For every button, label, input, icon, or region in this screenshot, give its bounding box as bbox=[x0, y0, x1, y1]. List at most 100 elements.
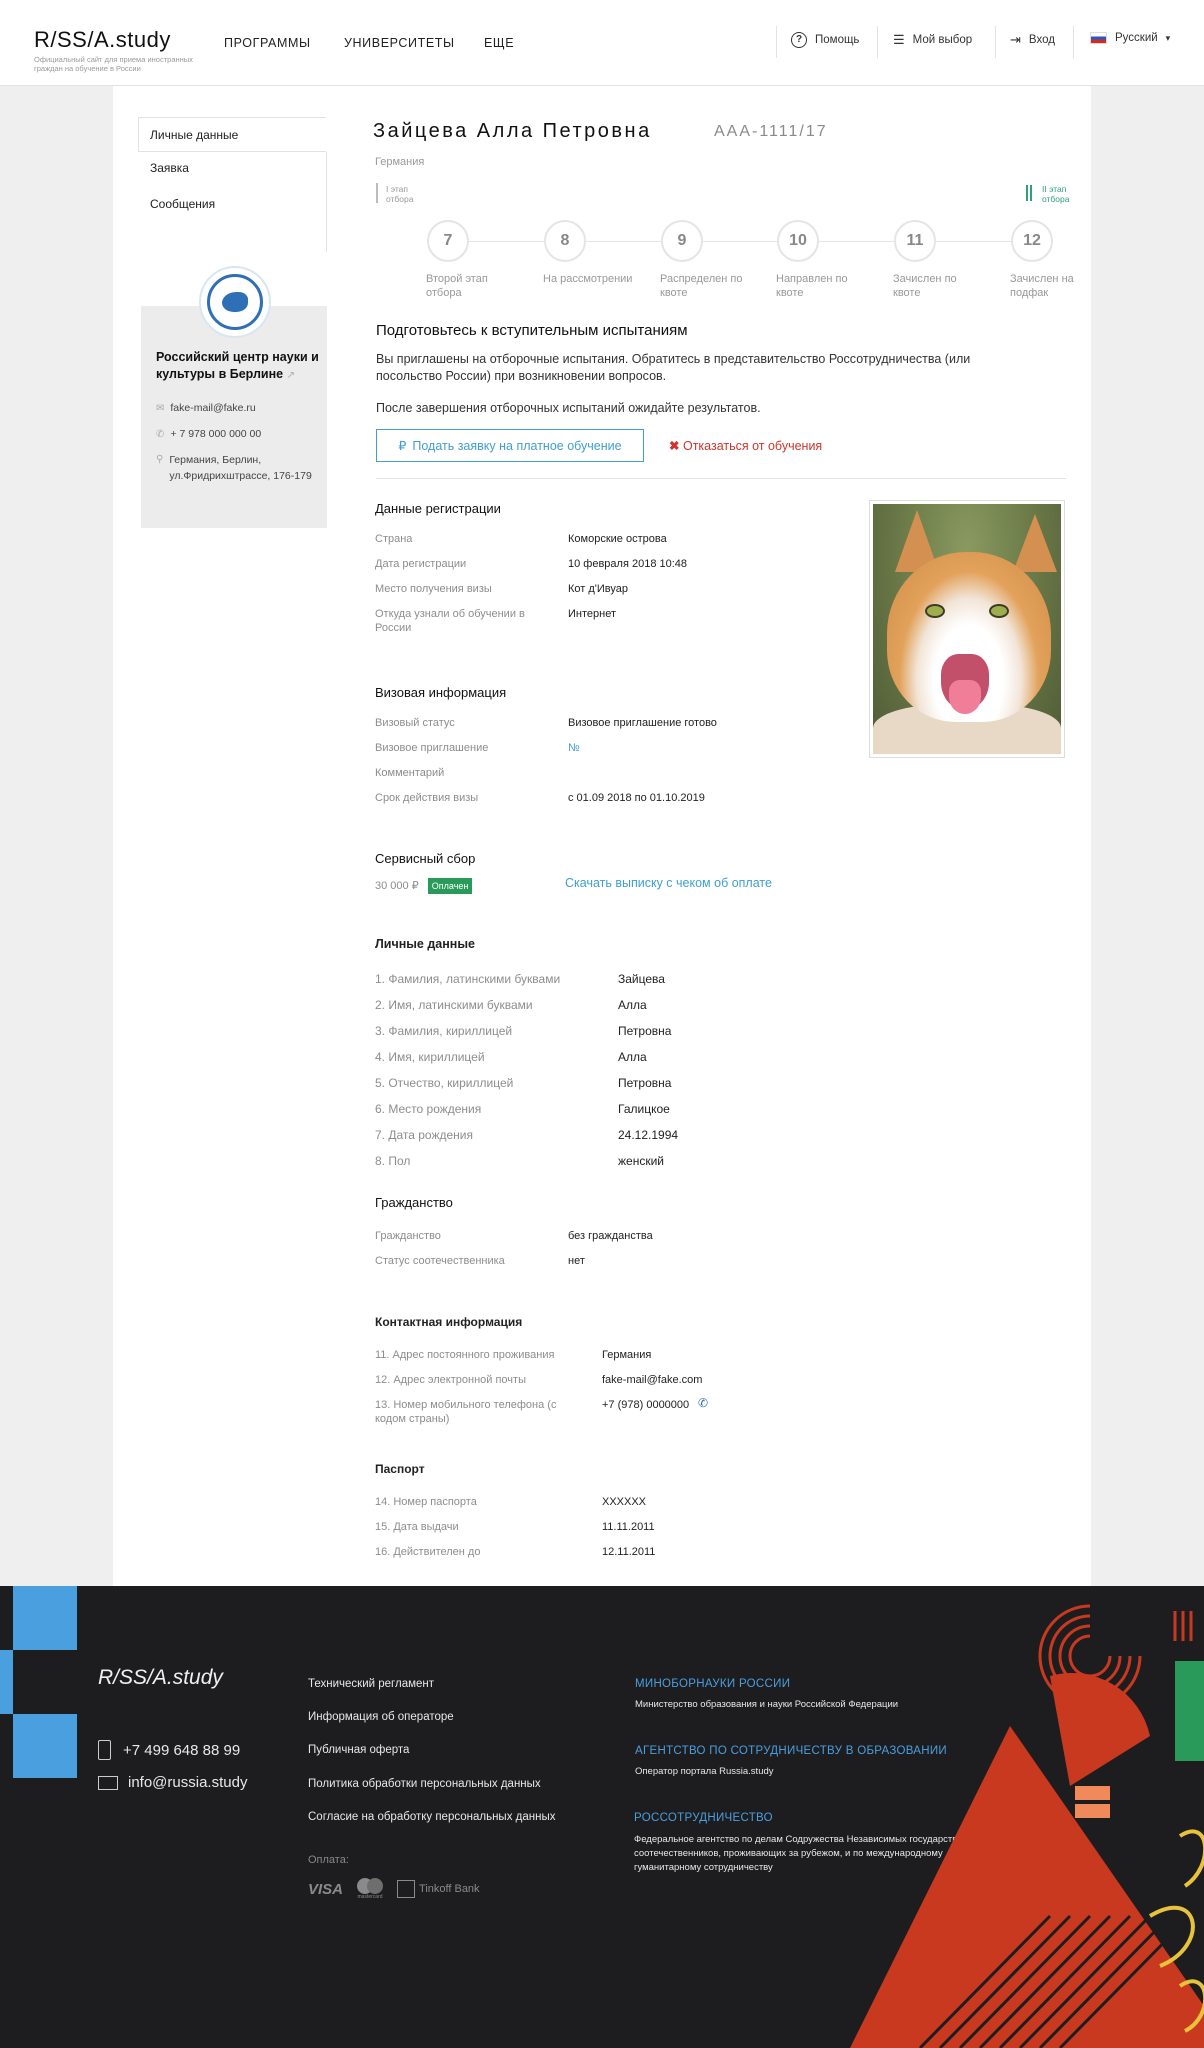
contacts-title: Контактная информация bbox=[375, 1315, 523, 1329]
russia-flag-icon bbox=[1090, 32, 1107, 44]
footer-phone[interactable]: +7 499 648 88 99 bbox=[98, 1740, 240, 1760]
personal-value: Зайцева bbox=[618, 972, 665, 986]
applicant-country: Германия bbox=[375, 156, 425, 168]
help-label: Помощь bbox=[815, 34, 860, 46]
stage-label-left: I этап отбора bbox=[386, 184, 414, 204]
sidebar-item-personal-data[interactable]: Личные данные bbox=[138, 128, 326, 142]
visa-value[interactable]: № bbox=[568, 741, 580, 755]
step-7-label: Второй этап отбора bbox=[426, 273, 488, 299]
registration-value: Коморские острова bbox=[568, 533, 667, 545]
phone-icon[interactable]: ✆ bbox=[698, 1396, 708, 1410]
org-phone[interactable]: ✆ + 7 978 000 000 00 bbox=[156, 426, 261, 443]
visa-value: Визовое приглашение готово bbox=[568, 717, 717, 729]
nav-more[interactable]: ЕЩЕ bbox=[484, 36, 514, 50]
org-rossotr-title[interactable]: РОССОТРУДНИЧЕСТВО bbox=[634, 1812, 773, 1824]
contacts-value: fake-mail@fake.com bbox=[602, 1374, 703, 1386]
registration-label: Дата регистрации bbox=[375, 558, 467, 570]
applicant-name: Зайцева Алла Петровна bbox=[373, 120, 652, 142]
visa-title: Визовая информация bbox=[375, 685, 507, 700]
logo-subtitle: Официальный сайт для приема иностранных … bbox=[34, 55, 193, 73]
header-divider bbox=[1073, 26, 1074, 58]
notice-text-2: После завершения отборочных испытаний ож… bbox=[376, 401, 761, 415]
footer-email-text: info@russia.study bbox=[128, 1774, 248, 1791]
registration-label: Откуда узнали об обучении в России bbox=[375, 608, 525, 634]
passport-title: Паспорт bbox=[375, 1462, 425, 1476]
sidebar-item-messages[interactable]: Сообщения bbox=[138, 197, 326, 211]
login-label: Вход bbox=[1028, 34, 1055, 46]
step-8-label: На рассмотрении bbox=[543, 273, 633, 285]
nav-programs[interactable]: ПРОГРАММЫ bbox=[224, 36, 311, 50]
step-8-circle: 8 bbox=[544, 220, 586, 262]
nav-universities[interactable]: УНИВЕРСИТЕТЫ bbox=[344, 36, 455, 50]
external-link-icon: ↗ bbox=[286, 370, 295, 381]
site-logo[interactable]: R/SS/A.study bbox=[34, 27, 171, 53]
footer-logo[interactable]: R/SS/A.study bbox=[98, 1666, 223, 1690]
footer-phone-text: +7 499 648 88 99 bbox=[123, 1741, 241, 1759]
apply-paid-button[interactable]: ₽ Подать заявку на платное обучение bbox=[376, 429, 644, 462]
passport-label: 14. Номер паспорта bbox=[375, 1496, 477, 1508]
login-icon: ⇥ bbox=[1010, 32, 1021, 47]
footer-link-consent[interactable]: Согласие на обработку персональных данны… bbox=[308, 1811, 555, 1823]
header-divider bbox=[877, 26, 878, 58]
payment-label: Оплата: bbox=[308, 1854, 349, 1866]
my-choice-link[interactable]: ☰ Мой выбор bbox=[893, 32, 972, 48]
personal-label: 2. Имя, латинскими буквами bbox=[375, 998, 533, 1012]
language-select[interactable]: Русский ▾ bbox=[1090, 32, 1170, 44]
contacts-value: Германия bbox=[602, 1349, 652, 1361]
footer-link-offer[interactable]: Публичная оферта bbox=[308, 1744, 409, 1756]
header-divider bbox=[776, 26, 777, 58]
mastercard-logo: mastercard bbox=[357, 1878, 384, 1900]
step-9-label: Распределен по квоте bbox=[660, 273, 743, 299]
footer-email[interactable]: info@russia.study bbox=[98, 1774, 247, 1791]
registration-label: Место получения визы bbox=[375, 583, 492, 595]
citizenship-label: Статус соотечественника bbox=[375, 1255, 505, 1267]
footer: R/SS/A.study +7 499 648 88 99 info@russi… bbox=[0, 1586, 1204, 2048]
dove-icon bbox=[222, 292, 248, 312]
org-name[interactable]: Российский центр науки и культуры в Берл… bbox=[156, 349, 321, 384]
footer-square-decor bbox=[13, 1714, 77, 1778]
login-link[interactable]: ⇥ Вход bbox=[1010, 32, 1055, 48]
visa-label: Срок действия визы bbox=[375, 792, 479, 804]
top-header: R/SS/A.study Официальный сайт для приема… bbox=[0, 0, 1204, 86]
question-icon: ? bbox=[791, 32, 807, 48]
apply-paid-label: Подать заявку на платное обучение bbox=[412, 438, 622, 453]
step-9-circle: 9 bbox=[661, 220, 703, 262]
contacts-label: 12. Адрес электронной почты bbox=[375, 1374, 526, 1386]
my-choice-label: Мой выбор bbox=[912, 34, 973, 46]
stage-marker bbox=[376, 183, 378, 203]
org-email[interactable]: ✉ fake-mail@fake.ru bbox=[156, 400, 256, 417]
org-agency-text: Оператор портала Russia.study bbox=[635, 1766, 774, 1777]
org-address-text: Германия, Берлин, ул.Фридрихштрассе, 176… bbox=[169, 454, 312, 482]
step-10-circle: 10 bbox=[777, 220, 819, 262]
personal-value: Петровна bbox=[618, 1024, 672, 1038]
refuse-label: Отказаться от обучения bbox=[682, 439, 823, 453]
sidebar-item-application[interactable]: Заявка bbox=[138, 161, 326, 175]
download-receipt-link[interactable]: Скачать выписку с чеком об оплате bbox=[565, 876, 772, 890]
tinkoff-logo: Tinkoff Bank bbox=[397, 1880, 480, 1898]
footer-art-decor bbox=[850, 1586, 1204, 2048]
footer-link-operator[interactable]: Информация об операторе bbox=[308, 1711, 454, 1723]
citizenship-title: Гражданство bbox=[375, 1195, 453, 1210]
rossotrudnichestvo-logo bbox=[199, 266, 271, 338]
refuse-button[interactable]: ✖ Отказаться от обучения bbox=[669, 438, 822, 453]
org-minobr-title[interactable]: МИНОБОРНАУКИ РОССИИ bbox=[635, 1678, 790, 1690]
applicant-photo bbox=[869, 500, 1065, 758]
chevron-down-icon: ▾ bbox=[1165, 32, 1171, 43]
footer-square-decor bbox=[0, 1650, 13, 1714]
footer-link-privacy[interactable]: Политика обработки персональных данных bbox=[308, 1778, 541, 1790]
help-link[interactable]: ? Помощь bbox=[791, 32, 859, 48]
step-7-circle: 7 bbox=[427, 220, 469, 262]
footer-link-regulation[interactable]: Технический регламент bbox=[308, 1678, 434, 1690]
visa-value: с 01.09 2018 по 01.10.2019 bbox=[568, 792, 705, 804]
fee-title: Сервисный сбор bbox=[375, 851, 476, 866]
language-label: Русский bbox=[1115, 32, 1158, 44]
personal-value: 24.12.1994 bbox=[618, 1128, 679, 1142]
personal-value: Алла bbox=[618, 998, 647, 1012]
personal-label: 3. Фамилия, кириллицей bbox=[375, 1024, 513, 1038]
visa-label: Комментарий bbox=[375, 767, 445, 779]
citizenship-label: Гражданство bbox=[375, 1230, 441, 1242]
citizenship-value: нет bbox=[568, 1255, 585, 1267]
personal-label: 8. Пол bbox=[375, 1154, 411, 1168]
registration-value: Кот д'Ивуар bbox=[568, 583, 629, 595]
citizenship-value: без гражданства bbox=[568, 1230, 653, 1242]
